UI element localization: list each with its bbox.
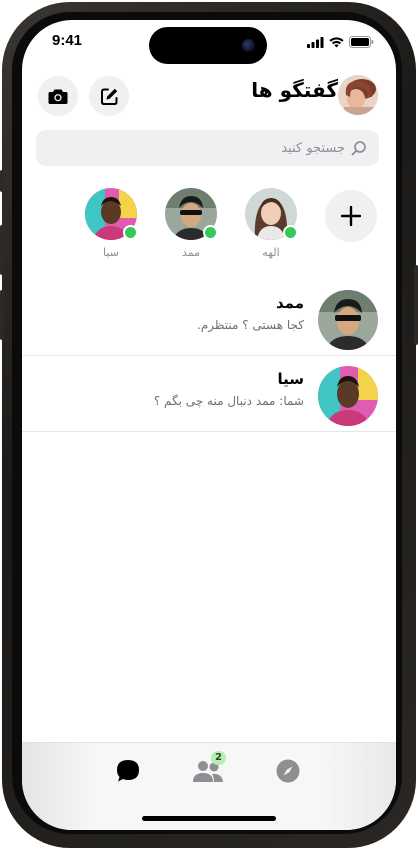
avatar-photo-icon (318, 290, 378, 350)
online-indicator (203, 225, 218, 240)
camera-button[interactable] (38, 76, 78, 116)
tab-people[interactable]: 2 (188, 751, 228, 787)
story-item[interactable]: الهه (244, 188, 298, 259)
compass-icon (276, 759, 300, 783)
chat-preview: کجا هستی ؟ منتظرم. (197, 318, 304, 332)
dynamic-island (149, 27, 267, 64)
avatar-photo-icon (318, 366, 378, 426)
signal-icon (307, 36, 324, 48)
camera-icon (48, 89, 68, 104)
tab-discover[interactable] (268, 755, 308, 787)
chat-avatar (318, 366, 378, 426)
story-name: ممد (181, 246, 201, 259)
story-name: سیا (103, 246, 119, 259)
wifi-icon (329, 36, 344, 47)
story-item[interactable]: ممد (164, 188, 218, 259)
search-icon (351, 141, 366, 156)
add-story-button[interactable] (325, 190, 377, 242)
story-avatar (245, 188, 298, 240)
compose-button[interactable] (89, 76, 129, 116)
chat-bubble-icon (117, 760, 139, 782)
chat-row[interactable]: سیا شما: ممد دنبال منه چی بگم ؟ (22, 356, 396, 432)
story-item[interactable]: سیا (84, 188, 138, 259)
page-title: گفتگو ها (251, 78, 338, 102)
power-button (414, 265, 418, 345)
silent-switch (0, 170, 4, 192)
screen: 9:41 گفتگو ها جستجو کنید الهه ممد سیا مم… (22, 20, 396, 830)
status-time: 9:41 (52, 32, 83, 49)
story-name: الهه (262, 246, 280, 259)
chat-avatar (318, 290, 378, 350)
plus-icon (341, 206, 361, 226)
chat-preview: شما: ممد دنبال منه چی بگم ؟ (153, 394, 304, 408)
story-avatar (165, 188, 218, 240)
compose-icon (100, 88, 117, 105)
volume-down-button (0, 290, 4, 340)
search-bar[interactable] (36, 130, 379, 166)
chat-name: ممد (275, 294, 304, 312)
volume-up-button (0, 225, 4, 275)
profile-photo-icon (338, 75, 378, 115)
online-indicator (123, 225, 138, 240)
front-camera-icon (242, 39, 255, 52)
search-input[interactable] (85, 140, 345, 156)
status-icons (307, 36, 374, 48)
people-badge: 2 (211, 751, 226, 765)
tab-chats[interactable] (108, 755, 148, 787)
chat-name: سیا (277, 370, 304, 388)
online-indicator (283, 225, 298, 240)
story-avatar (85, 188, 138, 240)
home-indicator[interactable] (142, 816, 276, 821)
profile-avatar[interactable] (338, 75, 378, 115)
battery-icon (349, 36, 374, 48)
chat-row[interactable]: ممد کجا هستی ؟ منتظرم. (22, 280, 396, 356)
